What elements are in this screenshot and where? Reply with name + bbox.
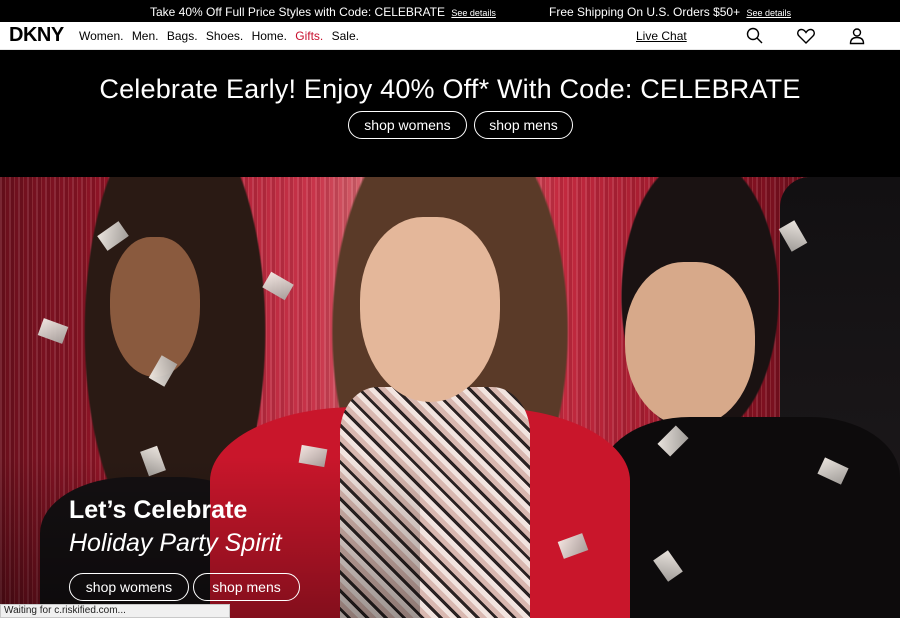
nav-item-shoes[interactable]: Shoes. (206, 29, 243, 43)
model-left-face (110, 237, 200, 377)
hero-subtitle: Holiday Party Spirit (69, 529, 282, 557)
dkny-logo[interactable]: DKNY (9, 24, 64, 47)
live-chat-link[interactable]: Live Chat (636, 29, 687, 43)
promo-right-see-details-link[interactable]: See details (746, 8, 791, 18)
main-nav: DKNY Women. Men. Bags. Shoes. Home. Gift… (0, 22, 900, 50)
nav-item-women[interactable]: Women. (79, 29, 123, 43)
model-right-face (625, 262, 755, 427)
hero-shop-mens-button[interactable]: shop mens (193, 573, 300, 601)
promo-left: Take 40% Off Full Price Styles with Code… (150, 5, 496, 19)
hero-image: Let’s Celebrate Holiday Party Spirit sho… (0, 177, 900, 618)
nav-item-sale[interactable]: Sale. (332, 29, 359, 43)
account-icon[interactable] (846, 25, 868, 47)
nav-item-gifts[interactable]: Gifts. (295, 29, 323, 43)
banner-shop-mens-button[interactable]: shop mens (474, 111, 573, 139)
nav-item-home[interactable]: Home. (252, 29, 287, 43)
banner-title: Celebrate Early! Enjoy 40% Off* With Cod… (99, 74, 801, 104)
banner-shop-womens-button[interactable]: shop womens (348, 111, 467, 139)
heart-icon[interactable] (795, 25, 817, 47)
nav-item-bags[interactable]: Bags. (167, 29, 198, 43)
model-right-jacket (600, 417, 900, 618)
nav-item-men[interactable]: Men. (132, 29, 159, 43)
search-icon[interactable] (744, 25, 766, 47)
browser-status-bar: Waiting for c.riskified.com... (0, 604, 230, 618)
nav-menu: Women. Men. Bags. Shoes. Home. Gifts. Sa… (79, 29, 364, 43)
promo-left-see-details-link[interactable]: See details (451, 8, 496, 18)
hero-title: Let’s Celebrate (69, 496, 248, 524)
hero-shop-womens-button[interactable]: shop womens (69, 573, 189, 601)
promo-left-text: Take 40% Off Full Price Styles with Code… (150, 5, 446, 19)
promo-right-text: Free Shipping On U.S. Orders $50+ (549, 5, 741, 19)
model-center-face (360, 217, 500, 402)
promo-banner: Celebrate Early! Enjoy 40% Off* With Cod… (0, 50, 900, 177)
promo-right: Free Shipping On U.S. Orders $50+ See de… (549, 5, 791, 19)
promo-bar: Take 40% Off Full Price Styles with Code… (0, 0, 900, 22)
